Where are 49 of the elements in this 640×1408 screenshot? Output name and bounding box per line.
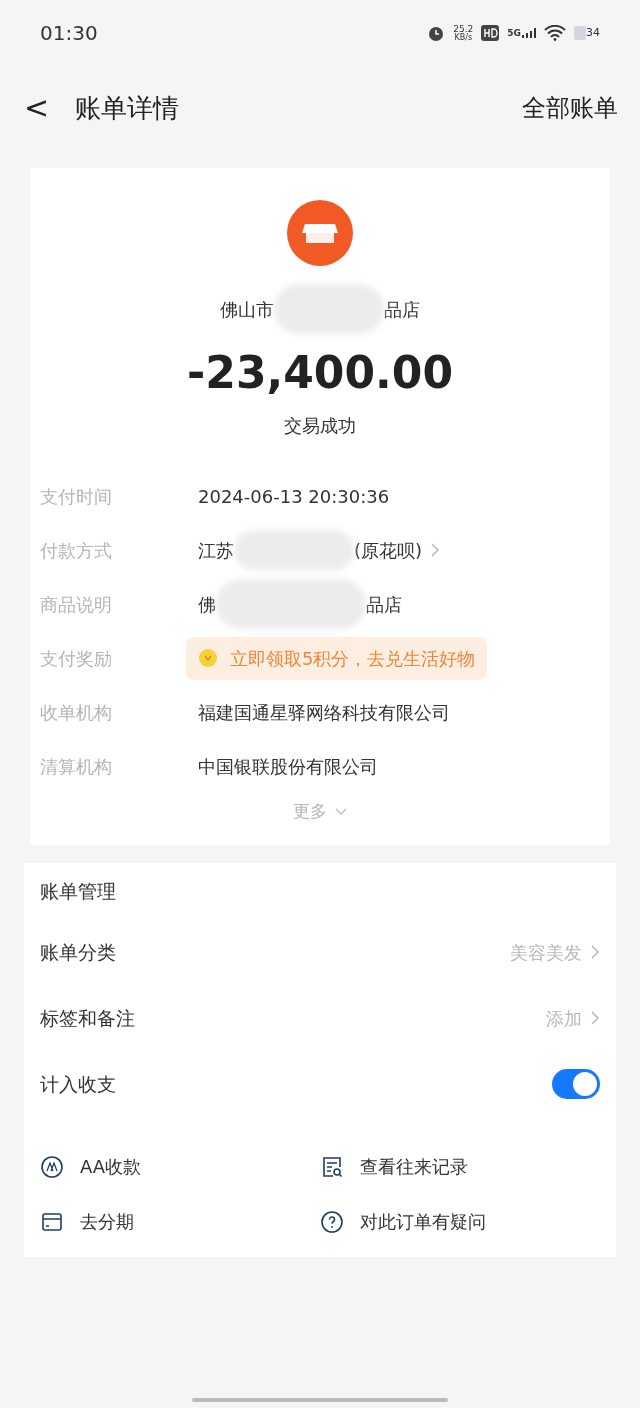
amount: -23,400.00 (187, 346, 453, 400)
row-label: 标签和备注 (40, 1005, 135, 1031)
detail-value: 中国银联股份有限公司 (198, 754, 378, 779)
action-button[interactable]: 去分期 (40, 1208, 320, 1235)
reward-text: 立即领取5积分，去兑生活好物 (230, 646, 476, 671)
alarm-icon (427, 24, 446, 42)
hd-icon (481, 25, 500, 41)
page-title: 账单详情 (75, 91, 180, 125)
question-icon (320, 1209, 344, 1234)
action-button[interactable]: 查看往来记录 (320, 1153, 600, 1180)
circle-icon (40, 1154, 64, 1179)
chevron-right-icon (430, 542, 441, 558)
detail-value: 2024-06-13 20:30:36 (198, 484, 390, 509)
detail-label: 付款方式 (40, 538, 113, 563)
toggle-switch[interactable] (552, 1069, 600, 1099)
detail-value: 品店 (366, 592, 402, 617)
detail-label: 清算机构 (40, 754, 113, 779)
row-label: 账单分类 (40, 939, 116, 965)
network-type: 5G (507, 29, 521, 38)
chevron-right-icon (590, 1010, 600, 1026)
merchant-name: 佛山市 (220, 297, 274, 322)
chevron-down-icon (335, 807, 347, 816)
coin-icon (198, 648, 218, 668)
signal-icon (522, 28, 536, 38)
store-icon (287, 200, 353, 266)
detail-label: 支付时间 (40, 484, 113, 509)
detail-value: (原花呗) (354, 538, 423, 563)
detail-value: 江苏 (198, 538, 234, 563)
merchant-name: 品店 (384, 297, 420, 322)
detail-value: 福建国通星驿网络科技有限公司 (198, 700, 450, 725)
row-label: 计入收支 (40, 1071, 116, 1097)
net-speed: 25.2 (453, 24, 474, 34)
all-bills-link[interactable]: 全部账单 (522, 90, 618, 126)
status-time: 01:30 (40, 20, 98, 47)
battery-level: 34 (586, 24, 600, 41)
back-button[interactable]: < (24, 93, 50, 123)
chevron-right-icon (590, 944, 600, 960)
section-title: 账单管理 (40, 878, 117, 904)
wifi-icon (544, 25, 566, 41)
detail-value: 佛 (198, 592, 216, 617)
transaction-status: 交易成功 (284, 414, 356, 438)
document-search-icon (320, 1154, 344, 1179)
net-unit: KB/s (454, 33, 473, 42)
detail-label: 支付奖励 (40, 646, 113, 671)
detail-label: 收单机构 (40, 700, 113, 725)
detail-label: 商品说明 (40, 592, 113, 617)
action-button[interactable]: 对此订单有疑问 (320, 1208, 600, 1235)
action-button[interactable]: AA收款 (40, 1153, 320, 1180)
battery-icon (574, 26, 586, 40)
